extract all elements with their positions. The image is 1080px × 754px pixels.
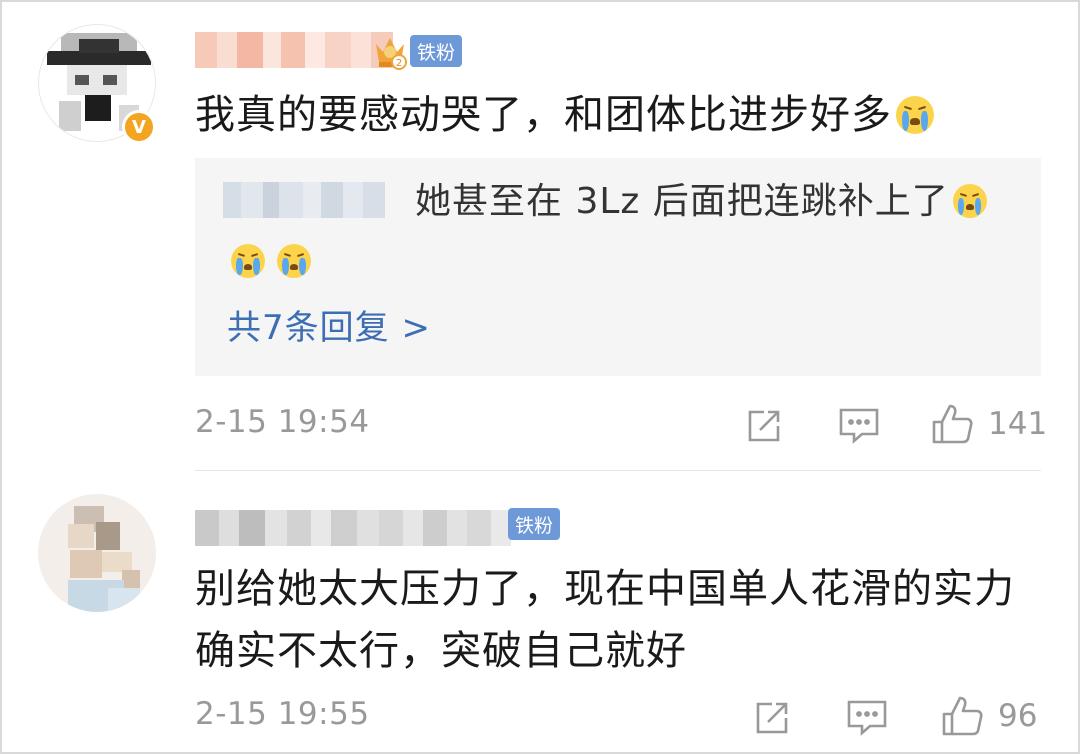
share-button[interactable] bbox=[744, 404, 784, 448]
username-blurred[interactable] bbox=[195, 510, 511, 546]
thumbs-up-icon bbox=[942, 696, 983, 736]
verified-badge-icon: V bbox=[122, 110, 156, 144]
comment-icon bbox=[847, 700, 887, 736]
comment-icon bbox=[839, 408, 879, 444]
comment-text: 我真的要感动哭了，和团体比进步好多 bbox=[195, 90, 934, 140]
comment-text-line-2: 确实不太行，突破自己就好 bbox=[195, 628, 687, 674]
comment-timestamp: 2-15 19:55 bbox=[195, 696, 370, 732]
reply-emoji-row bbox=[227, 244, 311, 278]
like-button[interactable]: 141 bbox=[930, 402, 1047, 446]
crown-fan-level-icon: 2 bbox=[372, 32, 408, 70]
like-count: 141 bbox=[988, 406, 1048, 442]
svg-text:2: 2 bbox=[396, 58, 402, 69]
like-count: 96 bbox=[998, 698, 1038, 734]
iron-fan-badge: 铁粉 bbox=[410, 35, 463, 67]
iron-fan-badge: 铁粉 bbox=[508, 508, 561, 540]
comment-divider bbox=[195, 470, 1041, 471]
crying-emoji-icon bbox=[952, 184, 987, 218]
crying-emoji-icon bbox=[277, 244, 311, 278]
avatar[interactable] bbox=[38, 494, 156, 612]
crying-emoji-icon bbox=[231, 244, 265, 278]
reply-username-blurred[interactable] bbox=[223, 182, 385, 218]
thumbs-up-icon bbox=[932, 404, 973, 444]
reply-button[interactable] bbox=[838, 404, 880, 448]
reply-text: 她甚至在 3Lz 后面把连跳补上了 bbox=[415, 180, 987, 224]
reply-button[interactable] bbox=[846, 696, 888, 740]
share-icon bbox=[748, 410, 780, 442]
username-blurred[interactable] bbox=[195, 32, 393, 68]
like-button[interactable]: 96 bbox=[940, 694, 1037, 738]
view-more-replies-link[interactable]: 共7条回复 > bbox=[227, 306, 431, 350]
share-button[interactable] bbox=[752, 696, 792, 740]
reply-preview[interactable]: 她甚至在 3Lz 后面把连跳补上了 共7条回复 > bbox=[195, 158, 1041, 376]
comment-timestamp: 2-15 19:54 bbox=[195, 404, 370, 440]
share-icon bbox=[756, 702, 788, 734]
comment-text-line-1: 别给她太大压力了，现在中国单人花滑的实力 bbox=[195, 566, 1015, 612]
crying-emoji-icon bbox=[896, 96, 934, 134]
